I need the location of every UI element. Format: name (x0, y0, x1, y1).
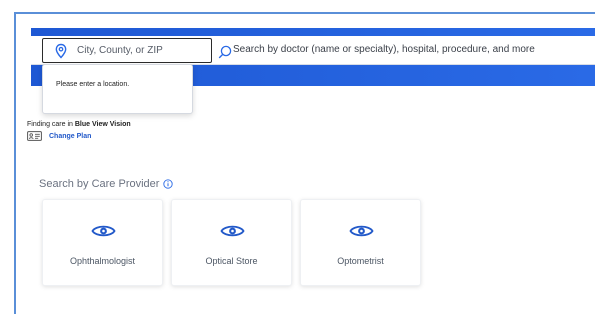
tooltip-message: Please enter a location. (56, 81, 130, 88)
location-pin-icon (53, 43, 69, 59)
window-border-top (14, 12, 595, 14)
card-label: Optical Store (205, 256, 258, 266)
plan-name: Blue View Vision (74, 121, 131, 128)
card-label: Optometrist (337, 256, 384, 266)
search-icon[interactable] (218, 45, 232, 59)
finding-prefix: Finding care in (27, 121, 75, 128)
change-plan-row[interactable]: Change Plan (27, 131, 91, 141)
window-border-left (14, 12, 16, 314)
finding-care-text: Finding care in Blue View Vision (27, 121, 131, 128)
page: City, County, or ZIP Search by doctor (n… (0, 0, 595, 314)
eye-icon (91, 223, 116, 239)
change-plan-link[interactable]: Change Plan (49, 133, 91, 140)
provider-card-optical-store[interactable]: Optical Store (171, 199, 292, 286)
location-error-tooltip: Please enter a location. (42, 64, 193, 114)
location-input[interactable]: City, County, or ZIP (42, 38, 212, 63)
location-placeholder: City, County, or ZIP (77, 45, 163, 56)
id-card-icon (27, 131, 42, 141)
eye-icon (349, 223, 374, 239)
info-icon[interactable] (163, 179, 174, 189)
eye-icon (220, 223, 245, 239)
provider-card-optometrist[interactable]: Optometrist (300, 199, 421, 286)
section-title: Search by Care Provider (39, 178, 174, 190)
card-label: Ophthalmologist (69, 256, 136, 266)
provider-search-input[interactable]: Search by doctor (name or specialty), ho… (233, 44, 535, 55)
provider-card-ophthalmologist[interactable]: Ophthalmologist (42, 199, 163, 286)
care-provider-heading: Search by Care Provider (39, 178, 160, 190)
top-margin (0, 0, 595, 12)
